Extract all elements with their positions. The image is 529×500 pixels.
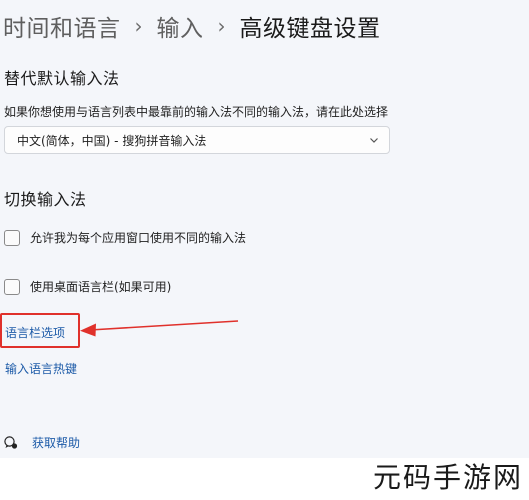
get-help-row[interactable]: 获取帮助 bbox=[4, 434, 80, 451]
get-help-link: 获取帮助 bbox=[32, 436, 81, 450]
annotation-arrow-icon bbox=[80, 320, 239, 337]
help-chat-icon bbox=[4, 435, 18, 449]
watermark: 元码手游网 bbox=[372, 461, 523, 494]
